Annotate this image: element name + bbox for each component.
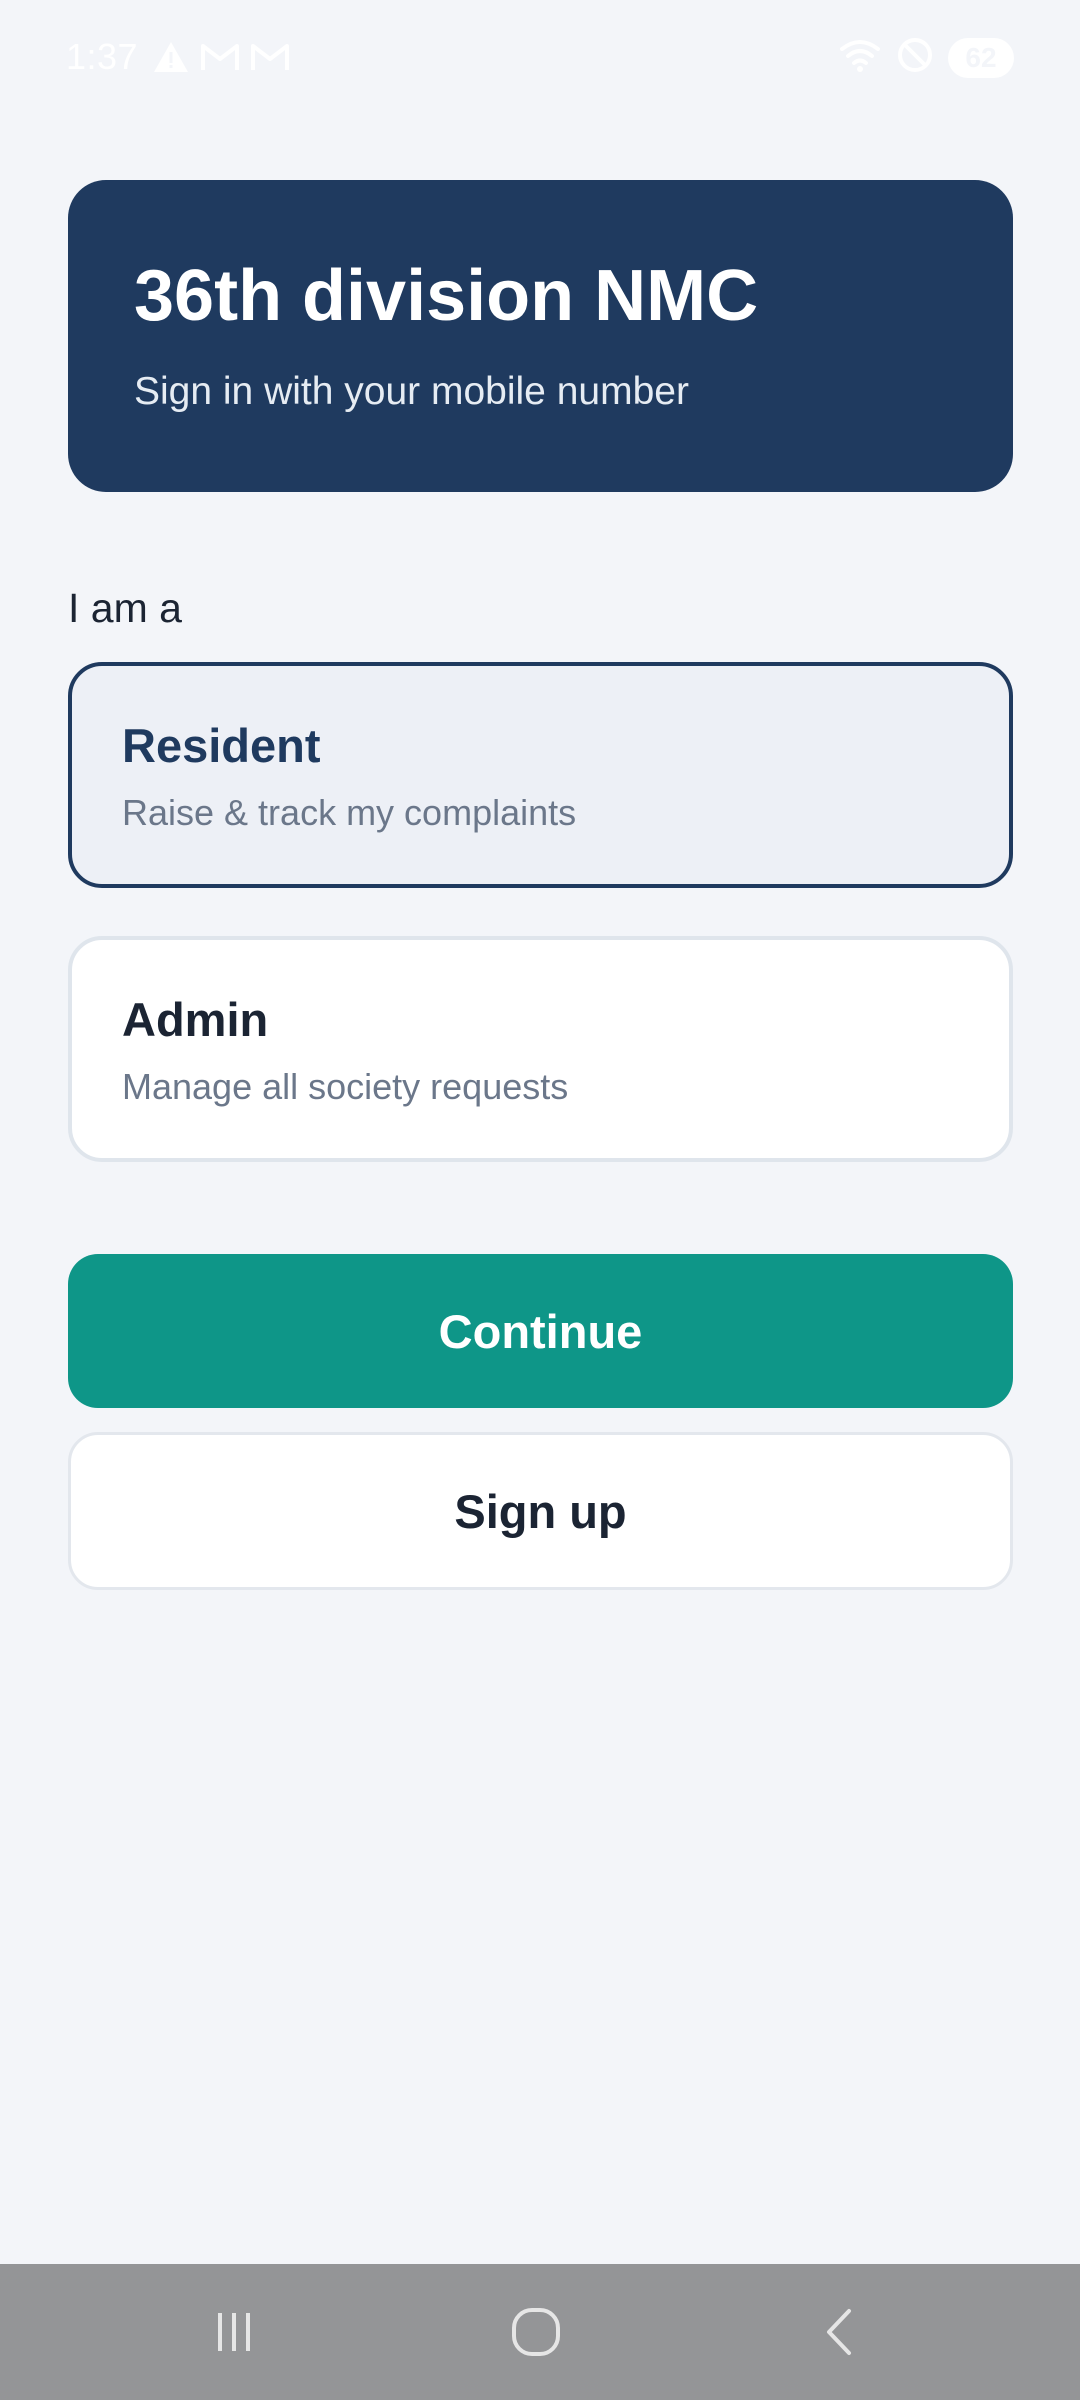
role-option-resident[interactable]: Resident Raise & track my complaints [68,662,1013,888]
app-title: 36th division NMC [134,256,759,336]
gmail-icon [250,42,290,77]
do-not-disturb-icon [896,36,934,79]
signup-button[interactable]: Sign up [68,1432,1013,1590]
role-option-admin[interactable]: Admin Manage all society requests [68,936,1013,1162]
navigation-bar [0,2264,1080,2400]
wifi-icon [838,37,882,78]
role-option-title: Admin [122,993,269,1046]
header-card: 36th division NMC Sign in with your mobi… [68,180,1013,492]
warning-icon [152,40,190,79]
status-system-icons: 62 [838,36,1014,79]
role-option-description: Raise & track my complaints [122,792,577,833]
continue-button[interactable]: Continue [68,1254,1013,1408]
home-icon[interactable] [496,2300,576,2364]
recent-apps-icon[interactable] [194,2300,274,2364]
role-section-label: I am a [68,585,182,631]
status-time: 1:37 [66,36,139,77]
status-notification-icons [152,40,290,79]
role-option-description: Manage all society requests [122,1066,569,1107]
role-option-title: Resident [122,719,321,772]
back-icon[interactable] [800,2300,880,2364]
app-subtitle: Sign in with your mobile number [134,370,689,413]
gmail-icon [200,42,240,77]
battery-icon: 62 [948,37,1014,78]
status-bar: 1:37 62 [0,0,1080,120]
